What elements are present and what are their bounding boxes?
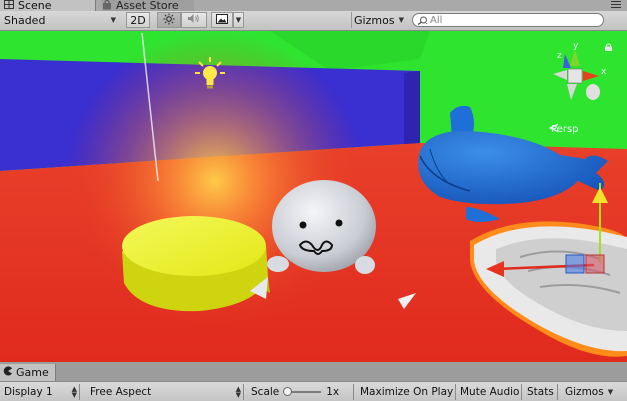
aspect-label: Free Aspect: [90, 386, 152, 398]
lock-icon[interactable]: [604, 43, 613, 51]
game-toolbar: Display 1 ▲ ▼ Free Aspect ▲ ▼ Scale 1x Max…: [0, 381, 627, 401]
gizmos-dropdown[interactable]: Gizmos ▼: [351, 12, 406, 28]
scale-slider-thumb[interactable]: [283, 387, 293, 396]
camera-mode-toggle[interactable]: Persp: [549, 124, 579, 135]
scene-toolbar: Shaded ▼ 2D ▼ Gizmos ▼ All: [0, 11, 627, 31]
display-label: Display 1: [4, 386, 53, 398]
search-icon: [417, 16, 428, 25]
axis-y-label: y: [573, 41, 579, 51]
grid-icon: [4, 0, 14, 11]
stepper-icon: ▲ ▼: [71, 385, 77, 399]
mute-audio-toggle[interactable]: Mute Audio: [460, 384, 522, 400]
stats-toggle[interactable]: Stats: [527, 384, 558, 400]
maximize-label: Maximize On Play: [360, 386, 454, 398]
mute-label: Mute Audio: [460, 386, 520, 398]
chevron-down-icon: ▼: [235, 16, 242, 24]
effects-toggle[interactable]: [211, 12, 233, 28]
tab-scene-label: Scene: [18, 0, 52, 12]
game-tab-bar: Game: [0, 362, 627, 381]
2d-mode-button[interactable]: 2D: [126, 12, 150, 28]
display-dropdown[interactable]: Display 1 ▲ ▼: [4, 384, 80, 400]
effects-dropdown[interactable]: ▼: [233, 12, 244, 28]
axis-x-label: x: [601, 67, 607, 77]
stats-label: Stats: [527, 386, 554, 398]
scene-render: y x z: [0, 31, 627, 362]
cushion-model: [122, 216, 270, 312]
scale-control[interactable]: Scale 1x: [251, 384, 354, 400]
image-icon: [216, 13, 228, 27]
gizmos-label: Gizmos: [354, 13, 395, 27]
sun-icon: [163, 13, 175, 28]
scene-tab-bar: Scene Asset Store: [0, 0, 627, 11]
shading-mode-value: Shaded: [4, 13, 46, 27]
axis-z-label: z: [557, 51, 562, 61]
game-gizmos-dropdown[interactable]: Gizmos ▼: [565, 384, 623, 400]
scale-value: 1x: [326, 386, 340, 398]
chevron-down-icon: ▼: [398, 16, 404, 24]
scale-slider[interactable]: [283, 387, 322, 396]
search-input[interactable]: [430, 14, 590, 26]
aspect-dropdown[interactable]: Free Aspect ▲ ▼: [90, 384, 244, 400]
tab-asset-store[interactable]: Asset Store: [102, 0, 194, 11]
maximize-on-play-toggle[interactable]: Maximize On Play: [360, 384, 456, 400]
scene-search[interactable]: [412, 13, 604, 27]
stepper-icon: ▲ ▼: [235, 385, 241, 399]
2d-mode-label: 2D: [130, 13, 146, 27]
game-gizmos-label: Gizmos: [565, 386, 604, 398]
tab-scene[interactable]: Scene: [0, 0, 96, 11]
store-bag-icon: [102, 0, 112, 12]
chevron-down-icon: ▼: [607, 388, 614, 396]
tab-game-label: Game: [16, 366, 49, 379]
audio-toggle[interactable]: [181, 12, 207, 28]
speaker-icon: [187, 13, 201, 27]
unity-editor: Scene Asset Store Shaded ▼ 2D ▼ Gizmos ▼…: [0, 0, 627, 401]
chevron-down-icon: ▼: [110, 16, 116, 24]
lighting-toggle[interactable]: [157, 12, 181, 28]
pacman-icon: [3, 366, 13, 379]
scene-viewport[interactable]: y x z Persp: [0, 31, 627, 362]
tab-menu-icon[interactable]: [611, 1, 621, 9]
scale-label: Scale: [251, 386, 280, 398]
tab-asset-store-label: Asset Store: [116, 0, 179, 12]
shading-mode-dropdown[interactable]: Shaded ▼: [4, 12, 120, 28]
tab-game[interactable]: Game: [0, 364, 56, 381]
